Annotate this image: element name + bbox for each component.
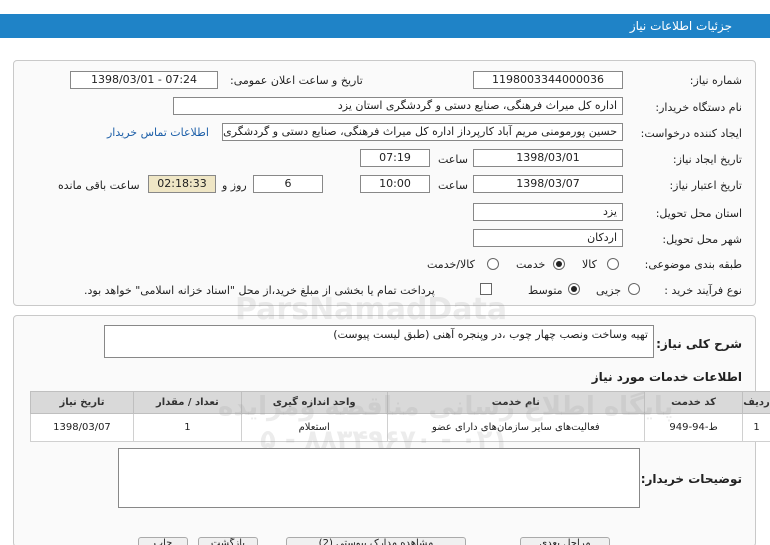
- cell-row: 1: [742, 413, 770, 442]
- requester-label: ایجاد کننده درخواست:: [640, 127, 742, 140]
- col-need-date: تاریخ نیاز: [30, 391, 134, 414]
- province-field: یزد: [473, 203, 623, 221]
- buyer-notes-label: توضیحات خریدار:: [640, 472, 742, 486]
- city-label: شهر محل تحویل:: [662, 233, 742, 246]
- buyer-contact-link[interactable]: اطلاعات تماس خریدار: [107, 126, 209, 139]
- validity-time-label: ساعت: [438, 179, 468, 192]
- remaining-label: ساعت باقی مانده: [58, 179, 140, 192]
- category-radio-service[interactable]: [553, 258, 565, 270]
- page-header: جزئیات اطلاعات نیاز: [0, 0, 770, 38]
- services-header-row: ردیف کد خدمت نام خدمت واحد اندازه گیری ت…: [30, 391, 770, 414]
- summary-field: تهیه وساخت ونصب چهار چوب ،در وپنجره آهنی…: [104, 325, 654, 358]
- buyer-org-label: نام دستگاه خریدار:: [655, 101, 742, 114]
- created-date-field: 1398/03/01: [473, 149, 623, 167]
- category-option-goods: کالا: [582, 258, 597, 271]
- created-date-label: تاریخ ایجاد نیاز:: [672, 153, 742, 166]
- attachments-button[interactable]: مشاهده مدارک پیوستی (2): [286, 537, 466, 545]
- need-number-label: شماره نیاز:: [689, 74, 742, 87]
- category-radio-goods-service[interactable]: [487, 258, 499, 270]
- services-table: ردیف کد خدمت نام خدمت واحد اندازه گیری ت…: [30, 391, 770, 442]
- remaining-time-field: 02:18:33: [148, 175, 216, 193]
- treasury-payment-note: پرداخت تمام یا بخشی از مبلغ خرید،از محل …: [84, 284, 435, 297]
- category-option-goods-service: کالا/خدمت: [427, 258, 475, 271]
- category-label: طبقه بندی موضوعی:: [644, 258, 742, 271]
- process-radio-minor[interactable]: [628, 283, 640, 295]
- created-time-field: 07:19: [360, 149, 430, 167]
- col-service-code: کد خدمت: [644, 391, 744, 414]
- days-field: 6: [253, 175, 323, 193]
- days-label: روز و: [222, 179, 247, 192]
- validity-date-label: تاریخ اعتبار نیاز:: [669, 179, 742, 192]
- category-radio-goods[interactable]: [607, 258, 619, 270]
- table-row: 1 ط-94-949 فعالیت‌های سایر سازمان‌های دا…: [30, 413, 770, 442]
- page-title: جزئیات اطلاعات نیاز: [629, 19, 732, 33]
- process-option-minor: جزیی: [596, 284, 622, 297]
- next-steps-button[interactable]: مراحل بعدی: [520, 537, 610, 545]
- treasury-payment-checkbox[interactable]: [480, 283, 492, 295]
- col-row: ردیف: [742, 391, 770, 414]
- services-title: اطلاعات خدمات مورد نیاز: [591, 370, 742, 384]
- announce-field: 1398/03/01 - 07:24: [70, 71, 218, 89]
- cell-service-name: فعالیت‌های سایر سازمان‌های دارای عضو: [386, 413, 646, 442]
- cell-need-date: 1398/03/07: [30, 413, 134, 442]
- print-button[interactable]: چاپ: [138, 537, 188, 545]
- validity-time-field: 10:00: [360, 175, 430, 193]
- validity-date-field: 1398/03/07: [473, 175, 623, 193]
- col-unit: واحد اندازه گیری: [240, 391, 388, 414]
- city-field: اردکان: [473, 229, 623, 247]
- col-service-name: نام خدمت: [386, 391, 646, 414]
- process-option-medium: متوسط: [528, 284, 563, 297]
- cell-quantity: 1: [132, 413, 242, 442]
- category-option-service: خدمت: [516, 258, 546, 271]
- province-label: استان محل تحویل:: [655, 207, 742, 220]
- cell-unit: استعلام: [240, 413, 388, 442]
- need-number-field: 1198003344000036: [473, 71, 623, 89]
- process-radio-medium[interactable]: [568, 283, 580, 295]
- buyer-org-field: اداره کل میراث فرهنگی، صنایع دستی و گردش…: [173, 97, 623, 115]
- process-label: نوع فرآیند خرید :: [664, 284, 742, 297]
- announce-label: تاریخ و ساعت اعلان عمومی:: [230, 74, 363, 87]
- created-time-label: ساعت: [438, 153, 468, 166]
- cell-service-code: ط-94-949: [644, 413, 744, 442]
- summary-label: شرح کلی نیاز:: [656, 337, 742, 351]
- requester-field: حسین پورمومنی مریم آباد کارپرداز اداره ک…: [222, 123, 623, 141]
- col-quantity: تعداد / مقدار: [132, 391, 242, 414]
- buyer-notes-field: [118, 448, 640, 508]
- back-button[interactable]: بازگشت: [198, 537, 258, 545]
